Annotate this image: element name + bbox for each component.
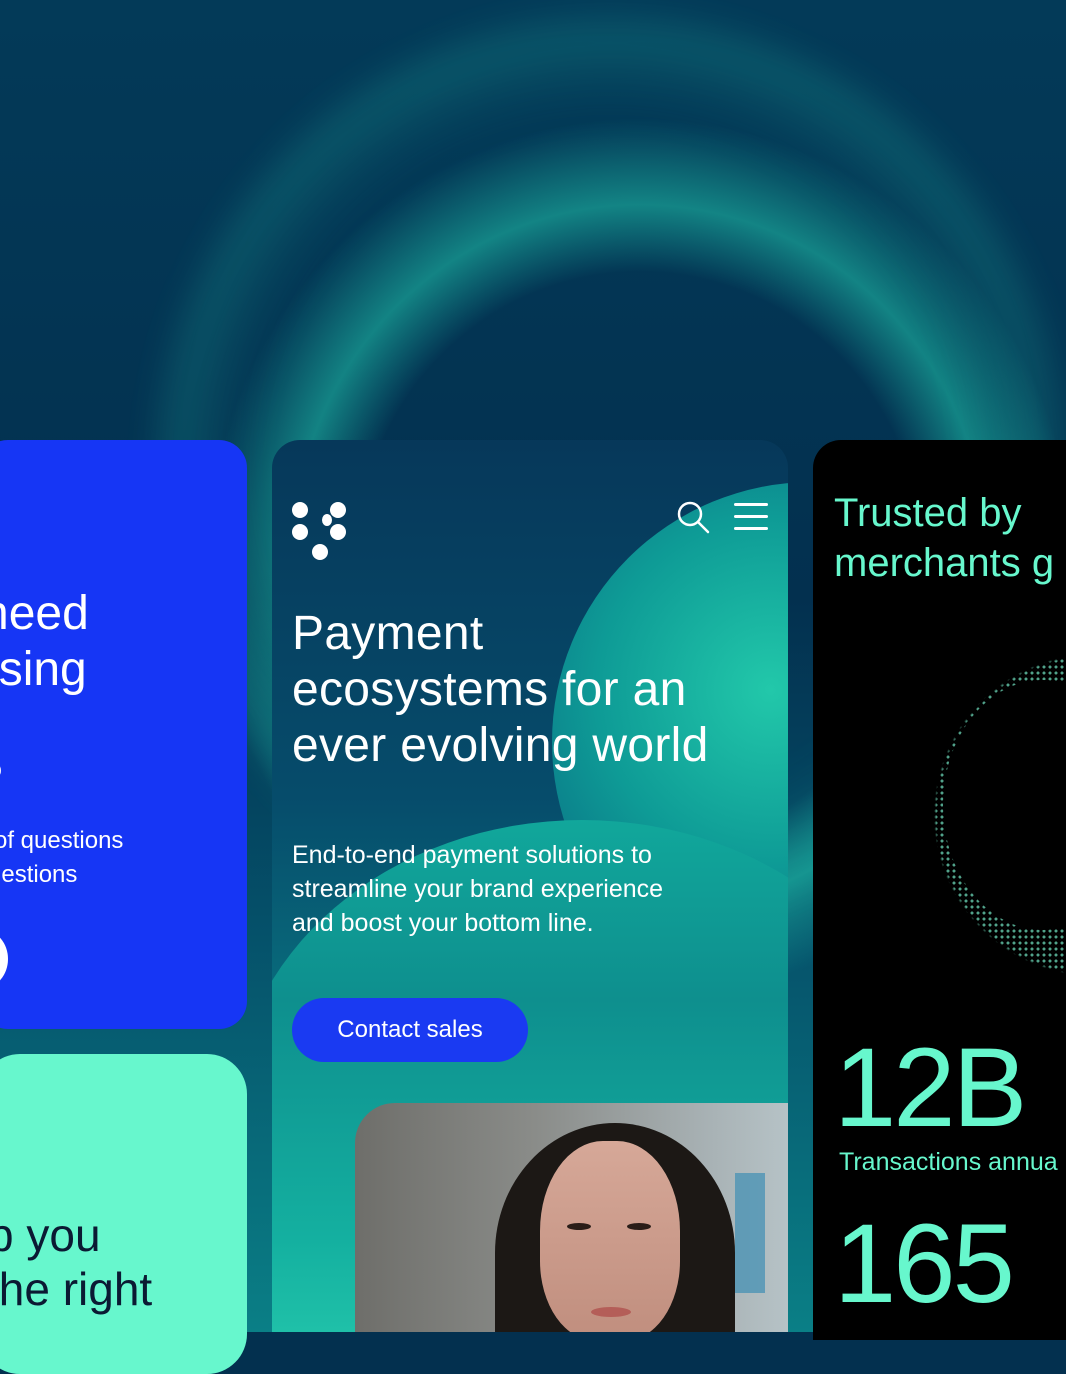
menu-icon[interactable]: [734, 500, 768, 534]
faq-heading-line-1: need: [0, 587, 89, 640]
help-heading-line-2: the right: [0, 1263, 153, 1315]
trusted-heading-line-2: merchants g: [834, 541, 1055, 585]
trusted-heading-line-1: Trusted by: [834, 491, 1022, 535]
brand-logo-icon[interactable]: [290, 500, 350, 564]
help-card: p you the right: [0, 1054, 247, 1374]
stat-transactions-label: Transactions annua: [839, 1148, 1058, 1176]
stat-countries-value: 165: [834, 1201, 1015, 1326]
contact-sales-button[interactable]: Contact sales: [292, 998, 528, 1062]
hero-title: Payment ecosystems for an ever evolving …: [292, 607, 709, 772]
faq-body-line-1: of questions: [0, 827, 124, 854]
stats-card: Trusted by merchants g 12B Transactions …: [813, 440, 1066, 1340]
hero-subtitle: End-to-end payment solutions to streamli…: [292, 841, 664, 937]
faq-heading-line-2: osing: [0, 643, 87, 696]
help-heading-line-1: p you: [0, 1209, 101, 1261]
faq-body-line-2: gestions: [0, 861, 78, 888]
hero-photo: [355, 1103, 788, 1332]
faq-card: need osing ? of questions gestions: [0, 440, 247, 1029]
faq-button[interactable]: [0, 930, 8, 988]
search-icon[interactable]: [676, 500, 710, 534]
mobile-home-screen: Payment ecosystems for an ever evolving …: [272, 440, 788, 1332]
faq-heading-line-3: ?: [0, 752, 3, 808]
stat-transactions-value: 12B: [834, 1025, 1027, 1150]
